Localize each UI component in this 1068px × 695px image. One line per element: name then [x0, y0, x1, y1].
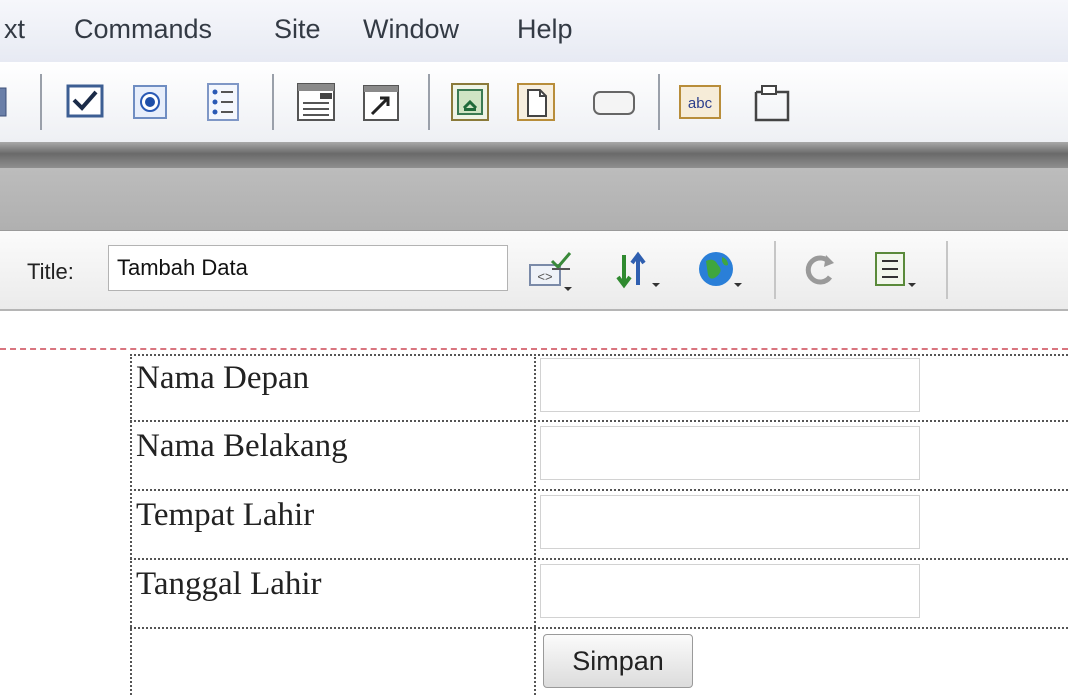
fieldset-icon[interactable]: [748, 78, 796, 126]
view-options-icon[interactable]: [870, 247, 922, 293]
label-icon[interactable]: abc: [676, 78, 724, 126]
tempat-lahir-input[interactable]: [540, 495, 920, 549]
refresh-icon[interactable]: [796, 247, 848, 293]
svg-text:<>: <>: [537, 269, 552, 284]
validate-markup-icon[interactable]: <>: [526, 247, 578, 293]
form-table: Nama Depan Nama Belakang Tempat Lahir Ta…: [130, 354, 1068, 695]
toolbar-separator: [40, 74, 42, 130]
page-title-input[interactable]: [108, 245, 508, 291]
field-label-nama-depan: Nama Depan: [136, 360, 310, 396]
table-border: [130, 627, 1068, 629]
radio-group-icon[interactable]: [200, 78, 248, 126]
table-border: [130, 489, 1068, 491]
design-view: Nama Depan Nama Belakang Tempat Lahir Ta…: [0, 311, 1068, 695]
document-tab-bar: [0, 168, 1068, 231]
file-management-icon[interactable]: [614, 247, 666, 293]
toolbar-separator: [946, 241, 948, 299]
menu-help[interactable]: Help: [517, 14, 573, 45]
file-field-icon[interactable]: [512, 78, 560, 126]
simpan-button[interactable]: Simpan: [543, 634, 693, 688]
jump-menu-icon[interactable]: [358, 78, 406, 126]
table-border: [130, 420, 1068, 422]
field-label-tempat-lahir: Tempat Lahir: [136, 497, 315, 533]
nama-depan-input[interactable]: [540, 358, 920, 412]
table-border: [534, 354, 536, 695]
menu-bar: xt Commands Site Window Help: [0, 0, 1068, 63]
menu-text[interactable]: xt: [4, 14, 25, 45]
menu-site[interactable]: Site: [274, 14, 321, 45]
field-label-tanggal-lahir: Tanggal Lahir: [136, 566, 322, 602]
menu-commands[interactable]: Commands: [74, 14, 212, 45]
form-boundary-line: [0, 348, 1068, 350]
toolbar-separator: [774, 241, 776, 299]
field-label-nama-belakang: Nama Belakang: [136, 428, 348, 464]
table-border: [130, 354, 1068, 356]
document-toolbar: Title: <>: [0, 231, 1068, 311]
form-element-icon[interactable]: [0, 78, 12, 126]
table-border: [130, 354, 132, 695]
table-border: [130, 558, 1068, 560]
toolbar-separator: [658, 74, 660, 130]
image-field-icon[interactable]: [446, 78, 494, 126]
preview-browser-icon[interactable]: [694, 247, 746, 293]
list-menu-icon[interactable]: [292, 78, 340, 126]
insert-forms-toolbar: abc: [0, 62, 1068, 142]
title-label: Title:: [27, 259, 74, 284]
menu-window[interactable]: Window: [363, 14, 459, 45]
toolbar-separator: [428, 74, 430, 130]
toolbar-separator: [272, 74, 274, 130]
button-icon[interactable]: [590, 78, 638, 126]
checkbox-icon[interactable]: [62, 78, 110, 126]
radio-button-icon[interactable]: [126, 78, 174, 126]
tanggal-lahir-input[interactable]: [540, 564, 920, 618]
nama-belakang-input[interactable]: [540, 426, 920, 480]
svg-text:abc: abc: [688, 95, 713, 112]
panel-divider: [0, 142, 1068, 168]
